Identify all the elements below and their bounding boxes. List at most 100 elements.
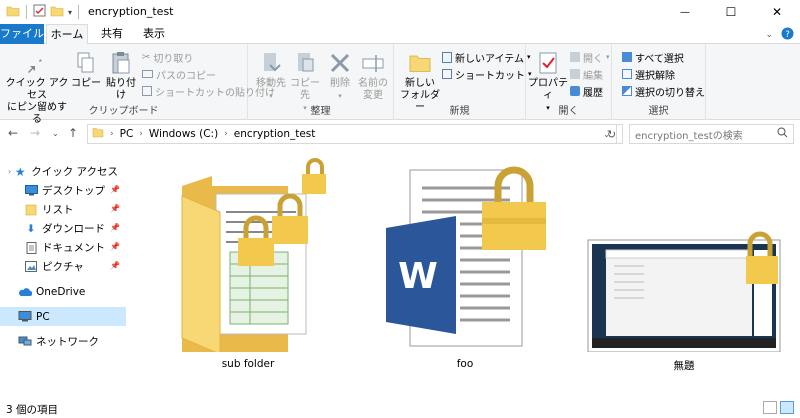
network-icon	[18, 335, 32, 349]
document-icon	[24, 241, 38, 255]
sidebar-item-quick-access[interactable]: › ★ クイック アクセス	[0, 162, 126, 181]
tab-view[interactable]: 表示	[136, 24, 172, 44]
sidebar-label: OneDrive	[36, 285, 86, 298]
back-arrow-icon[interactable]: ←	[8, 126, 18, 140]
sidebar-item-documents[interactable]: ドキュメント 📌	[0, 238, 126, 257]
word-logo-letter: W	[398, 256, 438, 297]
help-icon[interactable]: ?	[781, 27, 794, 43]
tab-home[interactable]: ホーム	[46, 24, 88, 45]
breadcrumb-drive[interactable]: Windows (C:)	[149, 128, 218, 140]
file-item-image[interactable]: 無題	[584, 156, 784, 372]
locked-image-thumbnail-icon	[587, 231, 781, 353]
copy-path-button[interactable]: パスのコピー	[142, 66, 216, 82]
file-item-word[interactable]: W foo	[380, 156, 550, 372]
qat-divider	[78, 5, 80, 19]
properties-icon[interactable]	[33, 4, 46, 20]
folder-icon	[6, 5, 20, 20]
select-none-icon	[622, 69, 632, 79]
properties-label: プロパティ	[528, 78, 568, 101]
sidebar-item-network[interactable]: ネットワーク	[0, 332, 126, 351]
breadcrumb-folder[interactable]: encryption_test	[234, 128, 316, 140]
new-folder-icon	[404, 48, 436, 78]
select-group: すべて選択 選択解除 選択の切り替え 選択	[612, 44, 706, 120]
sidebar-item-pc[interactable]: PC	[0, 307, 126, 326]
move-to-icon	[255, 48, 287, 78]
search-icon	[777, 127, 788, 141]
rename-label-2: 変更	[363, 90, 383, 101]
pin-icon: 📌	[110, 204, 120, 213]
copy-label: コピー	[71, 78, 101, 89]
minimize-button[interactable]: —	[662, 0, 708, 24]
new-item-button[interactable]: 新しいアイテム ▾	[442, 49, 531, 65]
refresh-button[interactable]: ↻	[601, 124, 623, 144]
large-icons-view-icon[interactable]	[780, 401, 794, 414]
sidebar-label: ダウンロード	[42, 223, 105, 235]
title-bar: ▾ encryption_test — ☐ ✕	[0, 0, 800, 24]
sidebar-item-desktop[interactable]: デスクトップ 📌	[0, 181, 126, 200]
address-bar[interactable]: › PC › Windows (C:) › encryption_test ⌄	[87, 124, 617, 144]
move-to-button[interactable]: 移動先 ▾	[254, 48, 288, 102]
sidebar-item-onedrive[interactable]: OneDrive	[0, 282, 126, 301]
expand-arrow-icon: ›	[8, 167, 12, 176]
pin-label-1: クイック アクセス	[5, 78, 69, 101]
invert-selection-button[interactable]: 選択の切り替え	[622, 83, 705, 99]
pin-icon: 📌	[110, 242, 120, 251]
locked-folder-icon	[181, 158, 326, 356]
up-arrow-icon[interactable]: ↑	[68, 126, 78, 140]
shortcut-icon	[442, 69, 452, 79]
edit-button[interactable]: 編集	[570, 66, 603, 82]
new-item-label: 新しいアイテム	[455, 53, 524, 65]
search-input[interactable]: encryption_testの検索	[635, 127, 743, 142]
collapse-ribbon-icon[interactable]: ⌄	[765, 30, 773, 40]
maximize-button[interactable]: ☐	[708, 0, 754, 24]
search-box[interactable]: encryption_testの検索	[629, 124, 794, 144]
open-group: プロパティ ▾ 開く ▾ 編集 履歴 開く	[526, 44, 612, 120]
dropdown-arrow-icon: ▾	[338, 92, 342, 100]
sidebar-label: ネットワーク	[36, 336, 99, 348]
paste-label: 貼り付け	[106, 78, 136, 101]
cloud-icon	[18, 285, 32, 299]
forward-arrow-icon[interactable]: →	[30, 126, 40, 140]
dropdown-arrow-icon: ▾	[269, 92, 273, 100]
close-icon: ✕	[771, 5, 783, 19]
scissors-icon: ✂	[142, 51, 151, 63]
history-button[interactable]: 履歴	[570, 83, 603, 99]
refresh-icon: ↻	[606, 127, 617, 141]
easy-access-button[interactable]: ショートカット ▾	[442, 66, 532, 82]
shortcut-label: ショートカット	[455, 70, 525, 82]
copy-button[interactable]: コピー	[70, 48, 102, 90]
paste-button[interactable]: 貼り付け	[102, 48, 140, 102]
invert-selection-icon	[622, 86, 632, 96]
new-group: 新しい フォルダー 新しいアイテム ▾ ショートカット ▾ 新規	[394, 44, 532, 120]
computer-icon	[18, 310, 32, 324]
breadcrumb-pc[interactable]: PC	[120, 128, 134, 140]
customize-qat-icon[interactable]: ▾	[68, 8, 72, 17]
copy-icon	[70, 48, 102, 78]
close-button[interactable]: ✕	[754, 0, 800, 24]
open-icon	[570, 52, 580, 62]
organize-group-label: 整理	[310, 106, 331, 117]
ribbon-tabs: ファイル ホーム 共有 表示 ⌄ ?	[0, 24, 800, 45]
select-all-button[interactable]: すべて選択	[622, 49, 684, 65]
open-button[interactable]: 開く ▾	[570, 49, 610, 65]
file-name: 無題	[673, 360, 695, 372]
file-item-folder[interactable]: sub folder	[168, 152, 328, 372]
sidebar-item-downloads[interactable]: ⬇ ダウンロード 📌	[0, 219, 126, 238]
tab-file[interactable]: ファイル	[0, 24, 44, 44]
cut-button[interactable]: ✂ 切り取り	[142, 49, 193, 65]
delete-button[interactable]: 削除 ▾	[326, 48, 354, 102]
tab-share[interactable]: 共有	[94, 24, 130, 44]
download-icon: ⬇	[26, 222, 36, 235]
folder-icon	[92, 127, 104, 141]
select-none-button[interactable]: 選択解除	[622, 66, 675, 82]
sidebar-item-list[interactable]: リスト 📌	[0, 200, 126, 219]
new-folder-icon[interactable]	[50, 5, 64, 20]
open-group-label: 開く	[558, 106, 579, 117]
sidebar-item-pictures[interactable]: ピクチャ 📌	[0, 257, 126, 276]
breadcrumb-separator-icon: ›	[110, 129, 114, 139]
recent-locations-icon[interactable]: ⌄	[52, 129, 59, 138]
new-item-icon	[442, 51, 452, 63]
sidebar-label: PC	[36, 310, 50, 323]
details-view-icon[interactable]	[763, 401, 777, 414]
rename-button[interactable]: 名前の 変更	[356, 48, 390, 102]
